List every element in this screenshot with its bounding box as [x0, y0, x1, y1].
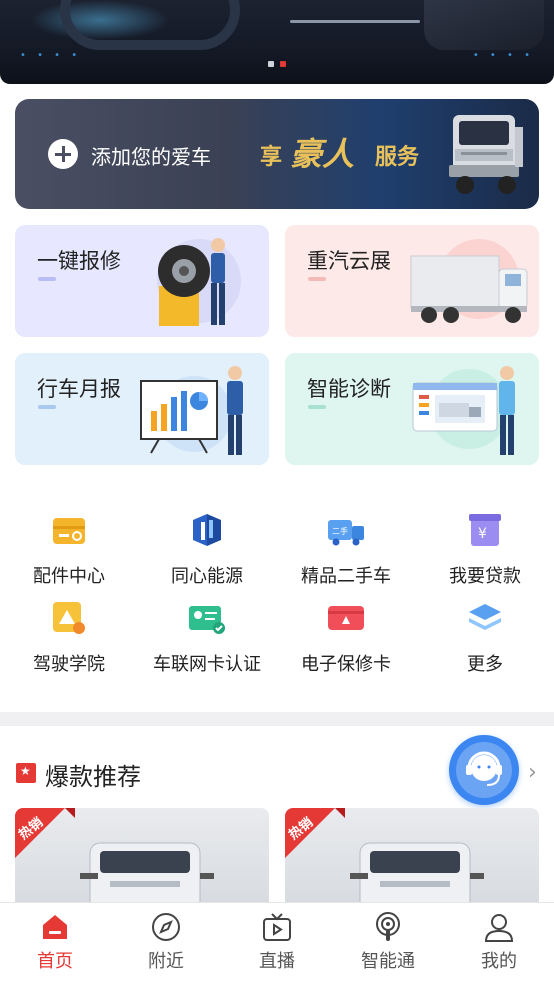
- chevron-right-icon[interactable]: ›: [528, 760, 537, 785]
- product-card[interactable]: 热销: [15, 808, 269, 908]
- loan-icon: ¥: [469, 514, 501, 546]
- section-divider: [0, 712, 554, 726]
- card-title: 智能诊断: [307, 377, 391, 401]
- card-accent-bar: [308, 277, 326, 281]
- truck-image: [350, 842, 484, 908]
- grid-item-iot-card[interactable]: 车联网卡认证: [138, 592, 276, 675]
- headset-agent-icon: [456, 742, 512, 798]
- grid-item-driving-school[interactable]: 驾驶学院: [0, 592, 138, 675]
- tab-live[interactable]: 直播: [222, 903, 332, 984]
- card-title: 一键报修: [37, 249, 121, 273]
- carousel-light-dots: • • • •: [472, 50, 534, 61]
- carousel-dashboard-shape: [60, 0, 240, 50]
- grid-item-label: 车联网卡认证: [153, 654, 261, 675]
- plus-icon: [48, 139, 78, 169]
- bookmark-star-icon: [16, 763, 36, 783]
- grid-item-label: 驾驶学院: [33, 654, 105, 675]
- grid-item-label: 配件中心: [33, 566, 105, 587]
- tab-mine[interactable]: 我的: [444, 903, 554, 984]
- grid-item-label: 我要贷款: [449, 566, 521, 587]
- grid-item-energy[interactable]: 同心能源: [138, 504, 276, 587]
- card-one-click-repair[interactable]: 一键报修: [15, 225, 269, 337]
- bottom-tab-bar: 首页 附近 直播 智能通 我的: [0, 902, 554, 984]
- grid-item-more[interactable]: 更多: [416, 592, 554, 675]
- tab-home[interactable]: 首页: [0, 903, 110, 984]
- tab-nearby[interactable]: 附近: [111, 903, 221, 984]
- iot-card-icon: [189, 606, 225, 634]
- warranty-card-icon: [328, 606, 364, 630]
- card-accent-bar: [38, 405, 56, 409]
- tab-label: 直播: [259, 951, 295, 972]
- podcast-icon: [376, 912, 400, 941]
- card-title: 重汽云展: [307, 249, 391, 273]
- card-monthly-report[interactable]: 行车月报: [15, 353, 269, 465]
- home-icon: [43, 915, 67, 939]
- card-cloud-exhibition[interactable]: 重汽云展: [285, 225, 539, 337]
- grid-item-label: 更多: [467, 654, 503, 675]
- truck-image: [449, 115, 523, 194]
- brand-logo-text: 豪人: [290, 135, 355, 173]
- pager-dot-active: [280, 61, 286, 67]
- tire-mechanic-illustration: [157, 238, 241, 326]
- tab-smart[interactable]: 智能通: [333, 903, 443, 984]
- banner-enjoy-text: 享: [260, 145, 283, 170]
- parts-box-icon: [53, 518, 85, 544]
- carousel-light-dots: • • • •: [20, 50, 82, 61]
- carousel-seat-shape: [424, 0, 544, 50]
- svg-text:¥: ¥: [478, 526, 487, 542]
- card-title: 行车月报: [37, 377, 121, 401]
- energy-icon: [193, 514, 221, 546]
- driving-school-icon: [53, 602, 85, 634]
- grid-item-parts-center[interactable]: 配件中心: [0, 504, 138, 587]
- grid-item-loan[interactable]: ¥ 我要贷款: [416, 504, 554, 587]
- carousel-pager: [268, 61, 286, 67]
- user-icon: [484, 914, 514, 942]
- customer-service-button[interactable]: [449, 735, 519, 805]
- add-vehicle-label: 添加您的爱车: [91, 145, 211, 169]
- card-accent-bar: [38, 277, 56, 281]
- truck-image: [80, 842, 214, 908]
- pager-dot: [268, 61, 274, 67]
- tab-label: 首页: [37, 951, 73, 972]
- carousel-image-strip: [290, 20, 420, 23]
- hero-carousel[interactable]: • • • • • • • •: [0, 0, 554, 84]
- add-vehicle-banner[interactable]: 添加您的爱车 享 豪人 服务: [15, 99, 539, 209]
- carousel-image[interactable]: • • • • • • • •: [0, 0, 554, 84]
- card-smart-diagnosis[interactable]: 智能诊断: [285, 353, 539, 465]
- box-truck-illustration: [410, 239, 528, 323]
- hot-section-title: 爆款推荐: [45, 763, 141, 791]
- svg-text:二手: 二手: [332, 526, 348, 536]
- tab-label: 智能通: [361, 951, 415, 972]
- diagnosis-screen-illustration: [412, 366, 515, 455]
- grid-item-used-trucks[interactable]: 二手 精品二手车: [277, 504, 415, 587]
- compass-icon: [152, 913, 180, 941]
- grid-item-label: 电子保修卡: [301, 654, 391, 675]
- grid-item-label: 同心能源: [171, 566, 243, 587]
- product-card[interactable]: 热销: [285, 808, 539, 908]
- grid-item-label: 精品二手车: [301, 566, 391, 587]
- tab-label: 附近: [148, 951, 184, 972]
- grid-item-warranty-card[interactable]: 电子保修卡: [277, 592, 415, 675]
- banner-service-text: 服务: [375, 145, 420, 170]
- tab-label: 我的: [481, 951, 517, 972]
- card-accent-bar: [308, 405, 326, 409]
- layers-icon: [469, 604, 501, 630]
- presentation-board-illustration: [140, 366, 243, 455]
- used-truck-icon: 二手: [328, 520, 364, 546]
- tv-play-icon: [263, 913, 291, 941]
